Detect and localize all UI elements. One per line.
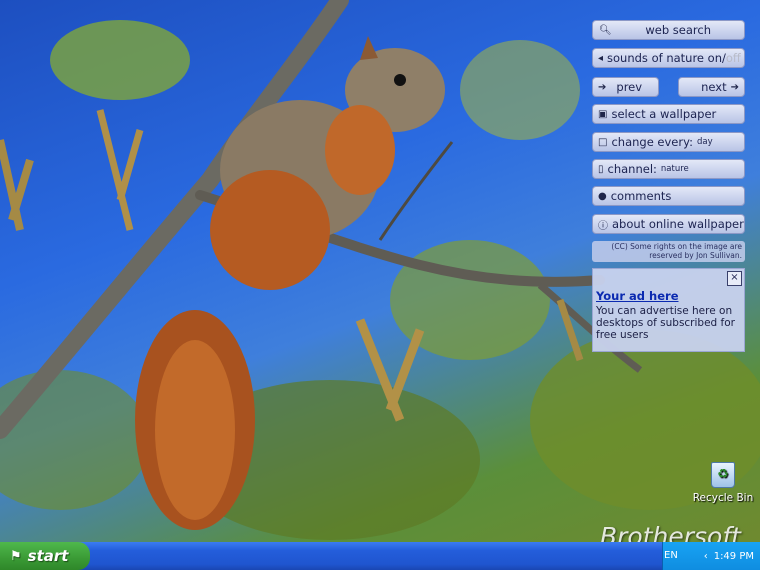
image-credit: (CC) Some rights on the image are reserv… [592, 241, 745, 262]
comments-button[interactable]: ● comments [592, 186, 745, 206]
magnifier-icon: 🔍︎ [599, 24, 612, 36]
ad-text: You can advertise here on desktops of su… [596, 305, 735, 341]
start-label: start [27, 547, 69, 565]
tray-chevron-icon[interactable]: ‹ [704, 551, 708, 562]
recycle-bin-icon: ♻ [711, 462, 735, 488]
clock[interactable]: 1:49 PM [714, 551, 754, 562]
about-button[interactable]: ⓘ about online wallpaper [592, 214, 745, 234]
phone-icon: ▯ [598, 163, 604, 175]
select-wallpaper-label: select a wallpaper [611, 107, 717, 121]
info-icon: ⓘ [598, 220, 608, 232]
recycle-bin-label: Recycle Bin [692, 492, 754, 504]
arrow-right-icon: ➔ [730, 81, 739, 93]
recycle-bin-shortcut[interactable]: ♻ Recycle Bin [690, 462, 756, 504]
next-button[interactable]: next ➔ [678, 77, 745, 97]
select-wallpaper-button[interactable]: ▣ select a wallpaper [592, 104, 745, 124]
speaker-icon: ◂ [598, 52, 604, 64]
web-search-label: web search [645, 23, 711, 37]
channel-button[interactable]: ▯ channel: nature [592, 159, 745, 179]
ad-box: × Your ad here You can advertise here on… [592, 268, 745, 352]
arrow-left-icon: ➔ [598, 81, 607, 93]
sounds-toggle-button[interactable]: ◂ sounds of nature on/off [592, 48, 745, 68]
change-every-button[interactable]: □ change every: day [592, 132, 745, 152]
screen-icon: □ [598, 136, 608, 148]
language-indicator[interactable]: EN [664, 550, 678, 561]
prev-button[interactable]: ➔ prev [592, 77, 659, 97]
change-every-value: day [696, 137, 713, 147]
windows-logo-icon: ⚑ [10, 548, 22, 564]
channel-label: channel: [607, 162, 657, 176]
comments-label: comments [610, 189, 672, 203]
web-search-button[interactable]: 🔍︎ web search [592, 20, 745, 40]
channel-value: nature [660, 164, 689, 174]
prev-label: prev [616, 80, 643, 94]
close-icon[interactable]: × [727, 271, 742, 286]
about-label: about online wallpaper [612, 217, 744, 231]
next-label: next [701, 80, 727, 94]
taskbar: ⚑ start ‹ 1:49 PM [0, 542, 760, 570]
ad-title-link[interactable]: Your ad here [596, 289, 740, 303]
start-button[interactable]: ⚑ start [0, 542, 90, 570]
speech-bubble-icon: ● [598, 190, 607, 202]
windows-stack-icon: ▣ [598, 108, 608, 120]
change-every-label: change every: [611, 135, 693, 149]
sounds-label: sounds of nature on/off [607, 51, 741, 65]
